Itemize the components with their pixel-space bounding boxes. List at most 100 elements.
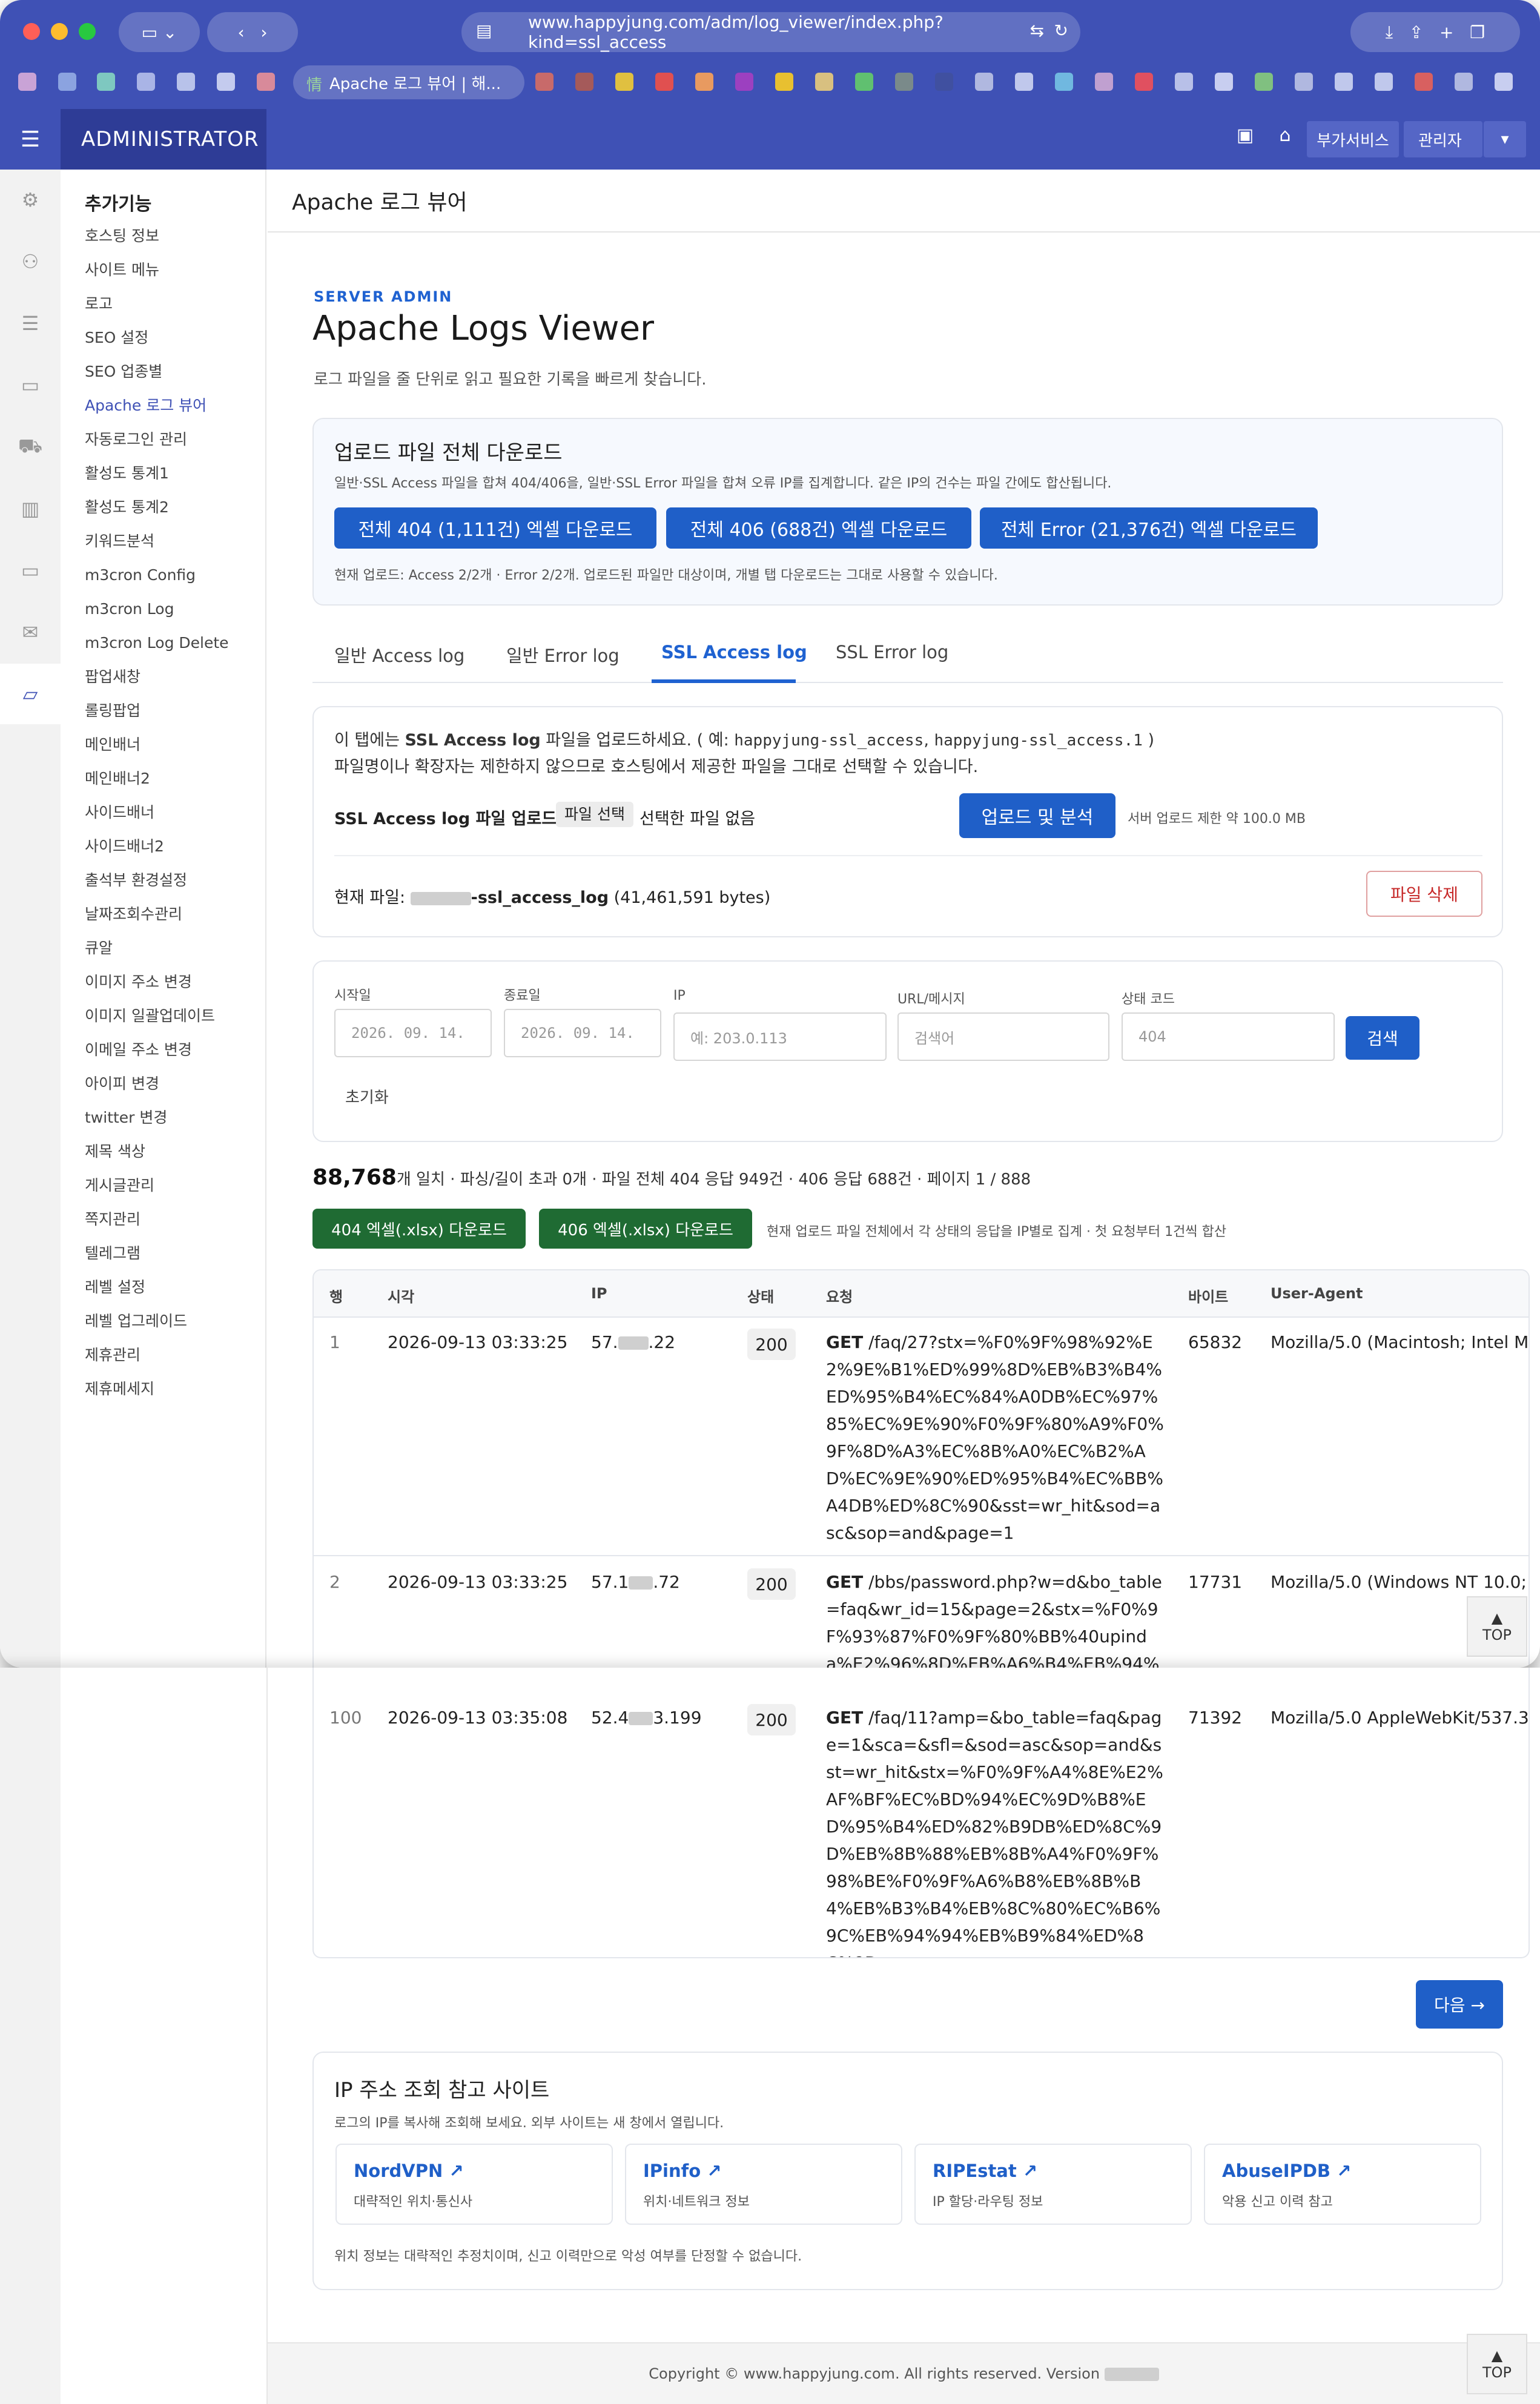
bookmark-icon[interactable] xyxy=(1335,73,1353,91)
store-icon[interactable]: ▣ xyxy=(1233,125,1257,146)
bookmark-icon[interactable] xyxy=(895,73,913,91)
back-icon[interactable]: ‹ xyxy=(237,22,244,42)
choose-file-button[interactable]: 파일 선택 xyxy=(556,802,633,827)
bookmark-icon[interactable] xyxy=(1015,73,1033,91)
bookmark-icon[interactable] xyxy=(695,73,713,91)
bookmark-icon[interactable] xyxy=(257,73,275,91)
bookmark-icon[interactable] xyxy=(535,73,554,91)
bookmark-icon[interactable] xyxy=(855,73,873,91)
download-404-xlsx-button[interactable]: 404 엑셀(.xlsx) 다운로드 xyxy=(312,1209,526,1249)
ripestat-link[interactable]: RIPEstat ↗ IP 할당·라우팅 정보 xyxy=(914,2144,1192,2225)
sidebar-item[interactable]: 메인배너 xyxy=(61,728,265,762)
bookmark-icon[interactable] xyxy=(1375,73,1393,91)
bookmark-icon[interactable] xyxy=(815,73,833,91)
sidebar-item[interactable]: 사이드배너 xyxy=(61,796,265,830)
sidebar-item[interactable]: 날짜조회수관리 xyxy=(61,897,265,931)
table-row[interactable]: 2 2026-09-13 03:33:25 57.1.72 200 GET /b… xyxy=(314,1557,1528,1668)
minimize-window-button[interactable] xyxy=(51,23,68,40)
bookmark-icon[interactable] xyxy=(735,73,753,91)
abuseipdb-link[interactable]: AbuseIPDB ↗ 악용 신고 이력 참고 xyxy=(1204,2144,1481,2225)
zoom-window-button[interactable] xyxy=(79,23,96,40)
status-code-input[interactable]: 404 xyxy=(1122,1012,1335,1061)
tab-ssl-access-log[interactable]: SSL Access log xyxy=(661,642,807,662)
download-all-error-button[interactable]: 전체 Error (21,376건) 엑셀 다운로드 xyxy=(980,507,1318,549)
tabs-overview-icon[interactable]: ❐ xyxy=(1470,22,1485,42)
menu-toggle-icon[interactable]: ☰ xyxy=(0,109,61,170)
bookmark-icon[interactable] xyxy=(1055,73,1073,91)
bookmark-icon[interactable] xyxy=(615,73,633,91)
addon-services-button[interactable]: 부가서비스 xyxy=(1307,121,1399,157)
bookmark-icon[interactable] xyxy=(1135,73,1153,91)
sidebar-item[interactable]: m3cron Log Delete xyxy=(61,626,265,660)
sidebar-item[interactable]: m3cron Config xyxy=(61,558,265,592)
user-icon[interactable]: ⚇ xyxy=(0,231,61,292)
tab-ssl-error-log[interactable]: SSL Error log xyxy=(836,642,948,662)
sidebar-item[interactable]: 제목 색상 xyxy=(61,1135,265,1169)
bookmark-icon[interactable] xyxy=(1255,73,1273,91)
folder-icon[interactable]: ▭ xyxy=(0,540,61,601)
bookmark-icon[interactable] xyxy=(18,73,36,91)
bookmark-icon[interactable] xyxy=(1215,73,1233,91)
forward-icon[interactable]: › xyxy=(260,22,267,42)
sidebar-item[interactable]: 이미지 일괄업데이트 xyxy=(61,999,265,1033)
scroll-top-button[interactable]: ▲ TOP xyxy=(1467,1596,1527,1657)
sidebar-item[interactable]: 팝업새창 xyxy=(61,660,265,694)
reset-button[interactable]: 초기화 xyxy=(345,1085,389,1108)
bookmark-icon[interactable] xyxy=(1415,73,1433,91)
sidebar-item[interactable]: 이메일 주소 변경 xyxy=(61,1033,265,1067)
sidebar-item[interactable]: twitter 변경 xyxy=(61,1101,265,1135)
sidebar-item[interactable]: 게시글관리 xyxy=(61,1169,265,1203)
sidebar-item[interactable]: 메인배너2 xyxy=(61,762,265,796)
bookmark-icon[interactable] xyxy=(775,73,793,91)
table-row[interactable]: 100 2026-09-13 03:35:08 52.4 3.199 200 GE… xyxy=(314,1668,1528,1957)
new-tab-icon[interactable]: + xyxy=(1439,22,1453,42)
bookmark-icon[interactable] xyxy=(177,73,195,91)
chart-icon[interactable]: ▥ xyxy=(0,478,61,539)
bookmark-icon[interactable] xyxy=(1455,73,1473,91)
history-nav[interactable]: ‹ › xyxy=(207,12,298,52)
search-button[interactable]: 검색 xyxy=(1346,1016,1419,1060)
chevron-down-icon[interactable]: ▾ xyxy=(1484,121,1526,157)
upload-analyze-button[interactable]: 업로드 및 분석 xyxy=(959,793,1115,838)
download-all-406-button[interactable]: 전체 406 (688건) 엑셀 다운로드 xyxy=(666,507,971,549)
bookmark-icon[interactable] xyxy=(575,73,593,91)
next-page-button[interactable]: 다음 → xyxy=(1416,1980,1503,2029)
sidebar-item[interactable]: SEO 업종별 xyxy=(61,355,265,389)
bookmark-icon[interactable] xyxy=(1495,73,1513,91)
translate-icon[interactable]: ⇆ xyxy=(1030,21,1044,41)
share-icon[interactable]: ⇪ xyxy=(1409,22,1423,42)
list-icon[interactable]: ☰ xyxy=(0,293,61,354)
bookmark-icon[interactable] xyxy=(1295,73,1313,91)
sidebar-item[interactable]: 텔레그램 xyxy=(61,1237,265,1270)
bookmark-icon[interactable] xyxy=(137,73,155,91)
sidebar-item[interactable]: 쪽지관리 xyxy=(61,1203,265,1237)
sidebar-item[interactable]: 사이드배너2 xyxy=(61,830,265,864)
bookmark-icon[interactable] xyxy=(975,73,993,91)
scroll-top-button[interactable]: ▲ TOP xyxy=(1467,2334,1527,2394)
download-icon[interactable]: ⤓ xyxy=(1386,22,1393,42)
mail-icon[interactable]: ✉ xyxy=(0,602,61,662)
sidebar-item[interactable]: 키워드분석 xyxy=(61,524,265,558)
reload-icon[interactable]: ↻ xyxy=(1054,21,1068,41)
settings-icon[interactable]: ⚙ xyxy=(0,170,61,230)
sidebar-item[interactable]: 레벨 설정 xyxy=(61,1270,265,1304)
sidebar-item[interactable]: 호스팅 정보 xyxy=(61,219,265,253)
bookmark-icon[interactable] xyxy=(58,73,76,91)
address-bar[interactable]: ▤ www.happyjung.com/adm/log_viewer/index… xyxy=(461,12,1080,52)
bookmark-icon[interactable] xyxy=(1175,73,1193,91)
folder-icon[interactable]: ▭ xyxy=(0,355,61,415)
sidebar-item[interactable]: m3cron Log xyxy=(61,592,265,626)
admin-brand[interactable]: ADMINISTRATOR xyxy=(61,109,266,170)
nordvpn-link[interactable]: NordVPN ↗ 대략적인 위치·통신사 xyxy=(335,2144,613,2225)
sidebar-item[interactable]: SEO 설정 xyxy=(61,321,265,355)
folder-open-icon[interactable]: ▱ xyxy=(0,664,61,724)
ip-input[interactable]: 예: 203.0.113 xyxy=(673,1012,887,1061)
sidebar-item[interactable]: 활성도 통계2 xyxy=(61,490,265,524)
table-row[interactable]: 1 2026-09-13 03:33:25 57. .22 200 GET /fa… xyxy=(314,1318,1528,1556)
sidebar-item[interactable]: 제휴관리 xyxy=(61,1338,265,1372)
end-date-input[interactable]: 2026. 09. 14. xyxy=(504,1009,661,1057)
home-icon[interactable]: ⌂ xyxy=(1273,125,1297,146)
sidebar-item[interactable]: Apache 로그 뷰어 xyxy=(61,389,265,423)
sidebar-item[interactable]: 제휴메세지 xyxy=(61,1372,265,1406)
ipinfo-link[interactable]: IPinfo ↗ 위치·네트워크 정보 xyxy=(625,2144,902,2225)
